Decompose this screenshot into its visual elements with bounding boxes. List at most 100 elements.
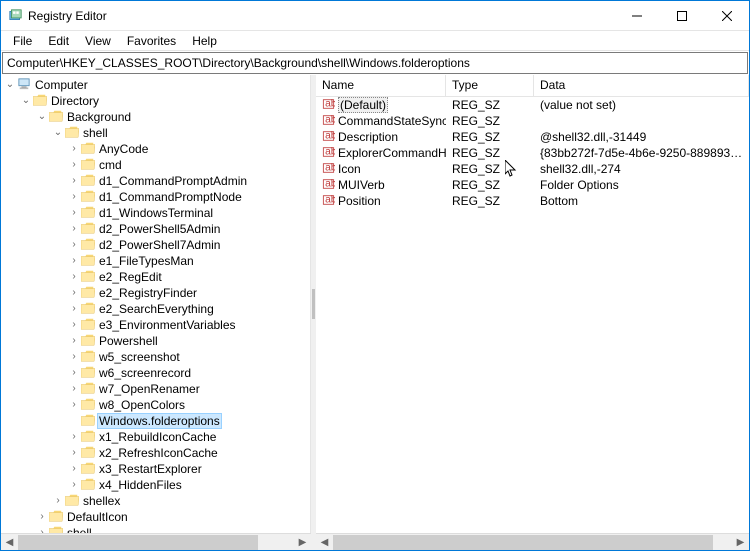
value-row[interactable]: abCommandStateSyncREG_SZ xyxy=(316,113,749,129)
tree-item[interactable]: x2_RefreshIconCache xyxy=(3,445,310,461)
chevron-down-icon[interactable] xyxy=(35,110,49,124)
value-row[interactable]: abIconREG_SZshell32.dll,-274 xyxy=(316,161,749,177)
scroll-thumb[interactable] xyxy=(18,535,258,550)
tree-item[interactable]: Windows.folderoptions xyxy=(3,413,310,429)
tree-item-label: Directory xyxy=(49,94,101,108)
chevron-right-icon[interactable] xyxy=(67,318,81,332)
tree-item[interactable]: Powershell xyxy=(3,333,310,349)
tree-h-scrollbar[interactable]: ◀ ▶ xyxy=(1,533,311,550)
chevron-right-icon[interactable] xyxy=(67,446,81,460)
chevron-right-icon[interactable] xyxy=(67,206,81,220)
tree-item[interactable]: shell xyxy=(3,125,310,141)
scroll-left-icon[interactable]: ◀ xyxy=(1,534,18,551)
tree-item[interactable]: w7_OpenRenamer xyxy=(3,381,310,397)
col-type[interactable]: Type xyxy=(446,75,534,96)
tree-item-label: cmd xyxy=(97,158,124,172)
tree-item[interactable]: Background xyxy=(3,109,310,125)
scroll-thumb[interactable] xyxy=(333,535,713,550)
chevron-right-icon[interactable] xyxy=(67,382,81,396)
chevron-right-icon[interactable] xyxy=(35,510,49,524)
chevron-right-icon[interactable] xyxy=(67,222,81,236)
chevron-right-icon[interactable] xyxy=(67,174,81,188)
tree-item[interactable]: d1_CommandPromptNode xyxy=(3,189,310,205)
tree-item[interactable]: d1_CommandPromptAdmin xyxy=(3,173,310,189)
menu-view[interactable]: View xyxy=(77,33,119,49)
scroll-right-icon[interactable]: ▶ xyxy=(732,534,749,551)
tree-item[interactable]: Directory xyxy=(3,93,310,109)
scroll-right-icon[interactable]: ▶ xyxy=(294,534,311,551)
tree-item[interactable]: e1_FileTypesMan xyxy=(3,253,310,269)
menu-file[interactable]: File xyxy=(5,33,40,49)
chevron-right-icon[interactable] xyxy=(35,526,49,533)
chevron-right-icon[interactable] xyxy=(67,398,81,412)
address-bar[interactable]: Computer\HKEY_CLASSES_ROOT\Directory\Bac… xyxy=(2,52,748,74)
tree-item[interactable]: w6_screenrecord xyxy=(3,365,310,381)
string-value-icon: ab xyxy=(322,98,335,113)
value-row[interactable]: abPositionREG_SZBottom xyxy=(316,193,749,209)
chevron-right-icon[interactable] xyxy=(67,366,81,380)
tree-item[interactable]: x4_HiddenFiles xyxy=(3,477,310,493)
tree-item-label: x2_RefreshIconCache xyxy=(97,446,220,460)
value-type: REG_SZ xyxy=(446,162,534,176)
chevron-right-icon[interactable] xyxy=(67,462,81,476)
folder-icon xyxy=(81,318,95,333)
splitter[interactable] xyxy=(311,75,316,533)
tree-item[interactable]: DefaultIcon xyxy=(3,509,310,525)
chevron-right-icon[interactable] xyxy=(67,302,81,316)
tree-item[interactable]: AnyCode xyxy=(3,141,310,157)
chevron-down-icon[interactable] xyxy=(51,126,65,140)
tree-item[interactable]: x1_RebuildIconCache xyxy=(3,429,310,445)
tree-item[interactable]: e2_RegEdit xyxy=(3,269,310,285)
value-row[interactable]: ab(Default)REG_SZ(value not set) xyxy=(316,97,749,113)
chevron-right-icon[interactable] xyxy=(67,190,81,204)
minimize-button[interactable] xyxy=(614,1,659,30)
list-h-scrollbar[interactable]: ◀ ▶ xyxy=(316,533,749,550)
computer-icon xyxy=(17,78,31,93)
chevron-right-icon[interactable] xyxy=(67,254,81,268)
value-row[interactable]: abDescriptionREG_SZ@shell32.dll,-31449 xyxy=(316,129,749,145)
tree-item[interactable]: e2_SearchEverything xyxy=(3,301,310,317)
chevron-right-icon[interactable] xyxy=(51,494,65,508)
chevron-right-icon[interactable] xyxy=(67,430,81,444)
chevron-right-icon[interactable] xyxy=(67,350,81,364)
value-row[interactable]: abMUIVerbREG_SZFolder Options xyxy=(316,177,749,193)
value-name: Icon xyxy=(338,162,361,176)
scroll-left-icon[interactable]: ◀ xyxy=(316,534,333,551)
tree-item[interactable]: cmd xyxy=(3,157,310,173)
chevron-right-icon[interactable] xyxy=(67,286,81,300)
tree-item[interactable]: e3_EnvironmentVariables xyxy=(3,317,310,333)
menu-help[interactable]: Help xyxy=(184,33,225,49)
tree-item[interactable]: w8_OpenColors xyxy=(3,397,310,413)
chevron-right-icon[interactable] xyxy=(67,478,81,492)
menu-edit[interactable]: Edit xyxy=(40,33,77,49)
folder-icon xyxy=(49,526,63,534)
tree-item[interactable]: d1_WindowsTerminal xyxy=(3,205,310,221)
folder-icon xyxy=(81,430,95,445)
tree-pane[interactable]: ComputerDirectoryBackgroundshellAnyCodec… xyxy=(1,75,311,533)
chevron-down-icon[interactable] xyxy=(3,78,17,92)
folder-icon xyxy=(81,398,95,413)
tree-item[interactable]: e2_RegistryFinder xyxy=(3,285,310,301)
tree-item[interactable]: w5_screenshot xyxy=(3,349,310,365)
chevron-right-icon[interactable] xyxy=(67,238,81,252)
maximize-button[interactable] xyxy=(659,1,704,30)
tree-item[interactable]: shellex xyxy=(3,493,310,509)
chevron-right-icon[interactable] xyxy=(67,158,81,172)
svg-text:ab: ab xyxy=(325,114,335,125)
close-button[interactable] xyxy=(704,1,749,30)
chevron-right-icon[interactable] xyxy=(67,334,81,348)
col-name[interactable]: Name xyxy=(316,75,446,96)
list-body[interactable]: ab(Default)REG_SZ(value not set)abComman… xyxy=(316,97,749,533)
tree-item[interactable]: x3_RestartExplorer xyxy=(3,461,310,477)
chevron-right-icon[interactable] xyxy=(67,142,81,156)
tree-item[interactable]: Computer xyxy=(3,77,310,93)
value-row[interactable]: abExplorerCommandHandlerREG_SZ{83bb272f-… xyxy=(316,145,749,161)
tree-item[interactable]: d2_PowerShell7Admin xyxy=(3,237,310,253)
chevron-right-icon[interactable] xyxy=(67,270,81,284)
tree-item[interactable]: d2_PowerShell5Admin xyxy=(3,221,310,237)
value-data: @shell32.dll,-31449 xyxy=(534,130,749,144)
col-data[interactable]: Data xyxy=(534,75,749,96)
chevron-down-icon[interactable] xyxy=(19,94,33,108)
menu-favorites[interactable]: Favorites xyxy=(119,33,184,49)
tree-item[interactable]: shell xyxy=(3,525,310,533)
